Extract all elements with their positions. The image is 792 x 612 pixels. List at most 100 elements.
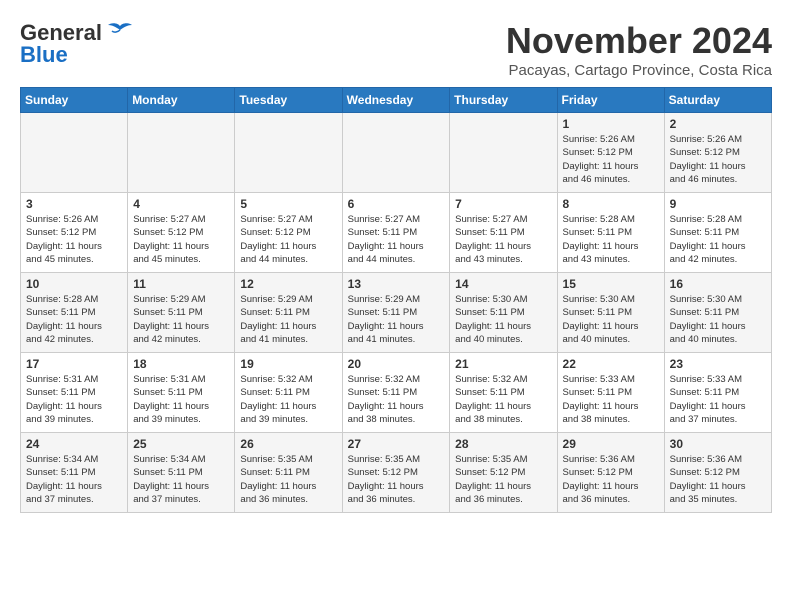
location-subtitle: Pacayas, Cartago Province, Costa Rica <box>506 62 772 79</box>
day-number: 13 <box>348 277 445 291</box>
calendar-cell <box>21 113 128 193</box>
day-number: 25 <box>133 437 229 451</box>
day-info: Sunrise: 5:34 AM Sunset: 5:11 PM Dayligh… <box>26 453 122 506</box>
calendar-cell: 11 Sunrise: 5:29 AM Sunset: 5:11 PM Dayli… <box>128 273 235 353</box>
calendar-week-2: 3 Sunrise: 5:26 AM Sunset: 5:12 PM Daylig… <box>21 193 772 273</box>
day-number: 26 <box>240 437 336 451</box>
calendar-table: SundayMondayTuesdayWednesdayThursdayFrid… <box>20 87 772 513</box>
month-title: November 2024 <box>506 20 772 62</box>
logo-blue-text: Blue <box>20 42 68 68</box>
day-info: Sunrise: 5:28 AM Sunset: 5:11 PM Dayligh… <box>670 213 766 266</box>
calendar-cell: 24Sunrise: 5:34 AM Sunset: 5:11 PM Dayli… <box>21 433 128 513</box>
calendar-cell: 19 Sunrise: 5:32 AM Sunset: 5:11 PM Dayli… <box>235 353 342 433</box>
page-header: General Blue November 2024 Pacayas, Cart… <box>20 20 772 79</box>
calendar-week-4: 17Sunrise: 5:31 AM Sunset: 5:11 PM Dayli… <box>21 353 772 433</box>
calendar-cell: 22 Sunrise: 5:33 AM Sunset: 5:11 PM Dayli… <box>557 353 664 433</box>
day-info: Sunrise: 5:35 AM Sunset: 5:12 PM Dayligh… <box>348 453 445 506</box>
day-number: 18 <box>133 357 229 371</box>
weekday-header-sunday: Sunday <box>21 88 128 113</box>
calendar-week-5: 24Sunrise: 5:34 AM Sunset: 5:11 PM Dayli… <box>21 433 772 513</box>
logo: General Blue <box>20 20 134 68</box>
weekday-header-row: SundayMondayTuesdayWednesdayThursdayFrid… <box>21 88 772 113</box>
calendar-cell: 15Sunrise: 5:30 AM Sunset: 5:11 PM Dayli… <box>557 273 664 353</box>
day-info: Sunrise: 5:32 AM Sunset: 5:11 PM Dayligh… <box>455 373 551 426</box>
calendar-cell: 8 Sunrise: 5:28 AM Sunset: 5:11 PM Daylig… <box>557 193 664 273</box>
day-number: 1 <box>563 117 659 131</box>
day-info: Sunrise: 5:36 AM Sunset: 5:12 PM Dayligh… <box>563 453 659 506</box>
day-info: Sunrise: 5:30 AM Sunset: 5:11 PM Dayligh… <box>563 293 659 346</box>
day-number: 19 <box>240 357 336 371</box>
day-number: 23 <box>670 357 766 371</box>
day-number: 10 <box>26 277 122 291</box>
day-info: Sunrise: 5:32 AM Sunset: 5:11 PM Dayligh… <box>348 373 445 426</box>
day-info: Sunrise: 5:32 AM Sunset: 5:11 PM Dayligh… <box>240 373 336 426</box>
day-number: 30 <box>670 437 766 451</box>
day-info: Sunrise: 5:27 AM Sunset: 5:12 PM Dayligh… <box>133 213 229 266</box>
day-info: Sunrise: 5:28 AM Sunset: 5:11 PM Dayligh… <box>563 213 659 266</box>
day-number: 27 <box>348 437 445 451</box>
weekday-header-saturday: Saturday <box>664 88 771 113</box>
day-number: 8 <box>563 197 659 211</box>
day-info: Sunrise: 5:30 AM Sunset: 5:11 PM Dayligh… <box>455 293 551 346</box>
calendar-cell: 13 Sunrise: 5:29 AM Sunset: 5:11 PM Dayli… <box>342 273 450 353</box>
day-info: Sunrise: 5:26 AM Sunset: 5:12 PM Dayligh… <box>26 213 122 266</box>
day-info: Sunrise: 5:35 AM Sunset: 5:11 PM Dayligh… <box>240 453 336 506</box>
weekday-header-monday: Monday <box>128 88 235 113</box>
day-number: 21 <box>455 357 551 371</box>
day-info: Sunrise: 5:26 AM Sunset: 5:12 PM Dayligh… <box>563 133 659 186</box>
calendar-cell: 23Sunrise: 5:33 AM Sunset: 5:11 PM Dayli… <box>664 353 771 433</box>
calendar-cell <box>450 113 557 193</box>
calendar-cell: 1 Sunrise: 5:26 AM Sunset: 5:12 PM Daylig… <box>557 113 664 193</box>
day-info: Sunrise: 5:29 AM Sunset: 5:11 PM Dayligh… <box>348 293 445 346</box>
weekday-header-wednesday: Wednesday <box>342 88 450 113</box>
calendar-cell: 17Sunrise: 5:31 AM Sunset: 5:11 PM Dayli… <box>21 353 128 433</box>
day-info: Sunrise: 5:31 AM Sunset: 5:11 PM Dayligh… <box>133 373 229 426</box>
day-info: Sunrise: 5:27 AM Sunset: 5:11 PM Dayligh… <box>455 213 551 266</box>
day-number: 6 <box>348 197 445 211</box>
day-info: Sunrise: 5:29 AM Sunset: 5:11 PM Dayligh… <box>240 293 336 346</box>
calendar-cell: 9 Sunrise: 5:28 AM Sunset: 5:11 PM Daylig… <box>664 193 771 273</box>
day-number: 3 <box>26 197 122 211</box>
day-info: Sunrise: 5:33 AM Sunset: 5:11 PM Dayligh… <box>563 373 659 426</box>
calendar-cell <box>235 113 342 193</box>
calendar-cell: 16 Sunrise: 5:30 AM Sunset: 5:11 PM Dayli… <box>664 273 771 353</box>
calendar-cell: 10 Sunrise: 5:28 AM Sunset: 5:11 PM Dayli… <box>21 273 128 353</box>
calendar-cell <box>342 113 450 193</box>
calendar-week-3: 10 Sunrise: 5:28 AM Sunset: 5:11 PM Dayli… <box>21 273 772 353</box>
calendar-cell: 27 Sunrise: 5:35 AM Sunset: 5:12 PM Dayli… <box>342 433 450 513</box>
calendar-cell: 4Sunrise: 5:27 AM Sunset: 5:12 PM Daylig… <box>128 193 235 273</box>
calendar-cell: 18 Sunrise: 5:31 AM Sunset: 5:11 PM Dayli… <box>128 353 235 433</box>
day-number: 11 <box>133 277 229 291</box>
day-info: Sunrise: 5:28 AM Sunset: 5:11 PM Dayligh… <box>26 293 122 346</box>
day-info: Sunrise: 5:36 AM Sunset: 5:12 PM Dayligh… <box>670 453 766 506</box>
day-number: 9 <box>670 197 766 211</box>
day-number: 16 <box>670 277 766 291</box>
day-number: 7 <box>455 197 551 211</box>
day-info: Sunrise: 5:34 AM Sunset: 5:11 PM Dayligh… <box>133 453 229 506</box>
calendar-cell: 2Sunrise: 5:26 AM Sunset: 5:12 PM Daylig… <box>664 113 771 193</box>
calendar-cell: 29Sunrise: 5:36 AM Sunset: 5:12 PM Dayli… <box>557 433 664 513</box>
day-number: 14 <box>455 277 551 291</box>
day-info: Sunrise: 5:35 AM Sunset: 5:12 PM Dayligh… <box>455 453 551 506</box>
day-number: 12 <box>240 277 336 291</box>
day-number: 28 <box>455 437 551 451</box>
calendar-cell: 5 Sunrise: 5:27 AM Sunset: 5:12 PM Daylig… <box>235 193 342 273</box>
day-info: Sunrise: 5:29 AM Sunset: 5:11 PM Dayligh… <box>133 293 229 346</box>
day-number: 20 <box>348 357 445 371</box>
day-info: Sunrise: 5:26 AM Sunset: 5:12 PM Dayligh… <box>670 133 766 186</box>
day-info: Sunrise: 5:30 AM Sunset: 5:11 PM Dayligh… <box>670 293 766 346</box>
day-info: Sunrise: 5:27 AM Sunset: 5:12 PM Dayligh… <box>240 213 336 266</box>
day-info: Sunrise: 5:27 AM Sunset: 5:11 PM Dayligh… <box>348 213 445 266</box>
calendar-week-1: 1 Sunrise: 5:26 AM Sunset: 5:12 PM Daylig… <box>21 113 772 193</box>
calendar-cell: 30 Sunrise: 5:36 AM Sunset: 5:12 PM Dayli… <box>664 433 771 513</box>
calendar-cell: 26 Sunrise: 5:35 AM Sunset: 5:11 PM Dayli… <box>235 433 342 513</box>
calendar-cell: 12 Sunrise: 5:29 AM Sunset: 5:11 PM Dayli… <box>235 273 342 353</box>
title-block: November 2024 Pacayas, Cartago Province,… <box>506 20 772 79</box>
calendar-cell: 7 Sunrise: 5:27 AM Sunset: 5:11 PM Daylig… <box>450 193 557 273</box>
calendar-cell: 20 Sunrise: 5:32 AM Sunset: 5:11 PM Dayli… <box>342 353 450 433</box>
calendar-cell <box>128 113 235 193</box>
calendar-cell: 25 Sunrise: 5:34 AM Sunset: 5:11 PM Dayli… <box>128 433 235 513</box>
calendar-cell: 14 Sunrise: 5:30 AM Sunset: 5:11 PM Dayli… <box>450 273 557 353</box>
day-number: 5 <box>240 197 336 211</box>
day-number: 22 <box>563 357 659 371</box>
